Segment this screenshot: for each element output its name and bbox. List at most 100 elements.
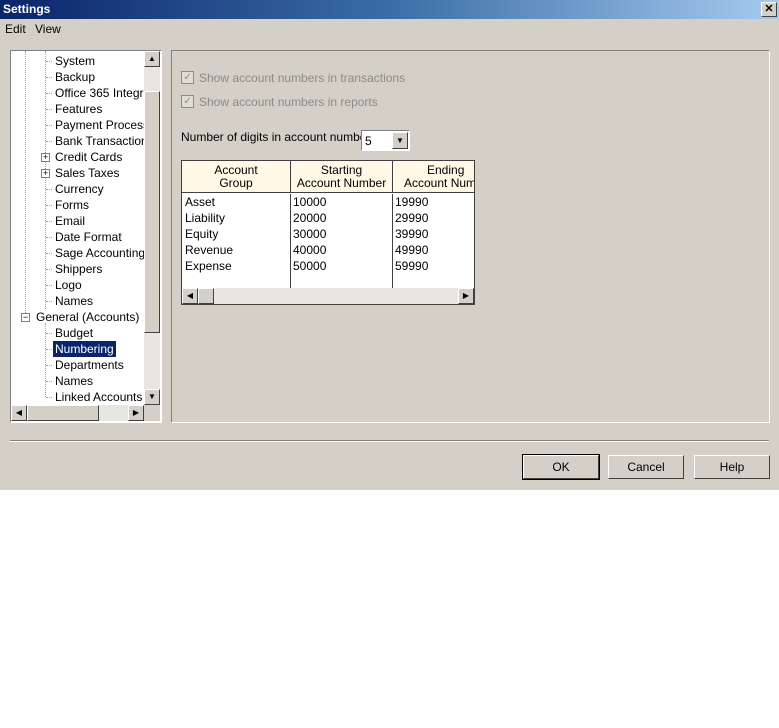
tree-guide-line — [46, 125, 52, 126]
scrollbar-corner — [144, 405, 160, 421]
digits-label: Number of digits in account number — [181, 130, 371, 144]
column-header-ending-number[interactable]: Ending Account Numb — [393, 161, 474, 193]
table-cell[interactable]: 30000 — [293, 226, 326, 242]
tree-item[interactable]: System — [53, 53, 97, 69]
header-line: Account Numb — [404, 176, 474, 190]
show-in-transactions-label: Show account numbers in transactions — [199, 71, 406, 85]
tree-item[interactable]: Budget — [53, 325, 95, 341]
column-header-account-group[interactable]: Account Group — [182, 161, 291, 193]
account-numbering-table[interactable]: Account Group Starting Account Number En… — [181, 160, 475, 305]
tree-item[interactable]: Bank Transactions — [53, 133, 144, 149]
expand-icon[interactable]: + — [41, 169, 50, 178]
tree-guide-line — [45, 323, 46, 397]
scroll-thumb[interactable] — [27, 405, 99, 421]
chevron-down-icon[interactable]: ▼ — [392, 132, 408, 149]
ok-button[interactable]: OK — [522, 454, 600, 480]
tree-item[interactable]: Email — [53, 213, 87, 229]
digits-value: 5 — [365, 134, 372, 148]
table-cell[interactable]: 20000 — [293, 210, 326, 226]
table-cell[interactable]: Equity — [185, 226, 218, 242]
tree-item[interactable]: Backup — [53, 69, 97, 85]
cancel-button[interactable]: Cancel — [608, 455, 684, 479]
scroll-right-icon[interactable]: ▶ — [458, 288, 474, 304]
tree-item[interactable]: Forms — [53, 197, 91, 213]
tree-guide-line — [46, 285, 52, 286]
table-horizontal-scrollbar[interactable]: ◀ ▶ — [182, 288, 474, 304]
tree-item[interactable]: Departments — [53, 357, 126, 373]
tree-item[interactable]: Linked Accounts — [53, 389, 144, 405]
help-button[interactable]: Help — [694, 455, 770, 479]
window-title: Settings — [3, 2, 51, 16]
table-cell[interactable]: 59990 — [395, 258, 428, 274]
tree-item[interactable]: Features — [53, 101, 104, 117]
tree-guide-line — [46, 269, 52, 270]
tree-item[interactable]: Currency — [53, 181, 106, 197]
tree-guide-line — [46, 301, 52, 302]
close-icon: ✕ — [764, 3, 774, 15]
tree-guide-line — [45, 51, 46, 309]
show-in-transactions-checkbox[interactable]: ✓ — [181, 71, 194, 84]
tree-item[interactable]: Office 365 Integrat — [53, 85, 144, 101]
expand-icon[interactable]: + — [41, 153, 50, 162]
close-button[interactable]: ✕ — [761, 2, 777, 17]
tree-item[interactable]: Shippers — [53, 261, 104, 277]
table-cell[interactable]: 50000 — [293, 258, 326, 274]
divider — [10, 440, 769, 442]
digits-select[interactable]: 5 ▼ — [361, 130, 410, 151]
table-cell[interactable]: 39990 — [395, 226, 428, 242]
scroll-left-icon[interactable]: ◀ — [182, 288, 198, 304]
scroll-left-icon[interactable]: ◀ — [11, 405, 27, 421]
tree-guide-line — [46, 61, 52, 62]
column-header-starting-number[interactable]: Starting Account Number — [291, 161, 393, 193]
table-cell[interactable]: Asset — [185, 194, 215, 210]
tree-horizontal-scrollbar[interactable]: ◀ ▶ — [11, 405, 144, 421]
table-cell[interactable]: 40000 — [293, 242, 326, 258]
tree-guide-line — [46, 365, 52, 366]
tree-vertical-scrollbar[interactable]: ▲ ▼ — [144, 51, 160, 405]
table-cell[interactable]: 10000 — [293, 194, 326, 210]
table-cell[interactable]: 19990 — [395, 194, 428, 210]
scroll-up-icon[interactable]: ▲ — [144, 51, 160, 67]
scroll-down-icon[interactable]: ▼ — [144, 389, 160, 405]
tree-guide-line — [46, 237, 52, 238]
tree-guide-line — [46, 189, 52, 190]
tree-guide-line — [25, 51, 26, 317]
table-cell[interactable]: Liability — [185, 210, 225, 226]
tree-guide-line — [46, 77, 52, 78]
header-line: Account Number — [296, 176, 387, 190]
table-cell[interactable]: Expense — [185, 258, 232, 274]
tree-guide-line — [46, 93, 52, 94]
scroll-right-icon[interactable]: ▶ — [128, 405, 144, 421]
settings-tree[interactable]: System Backup Office 365 Integrat Features P… — [10, 50, 162, 423]
tree-item[interactable]: General (Accounts) — [34, 309, 141, 325]
collapse-icon[interactable]: − — [21, 313, 30, 322]
menu-view[interactable]: View — [35, 22, 61, 36]
tree-item[interactable]: Numbering — [53, 341, 116, 357]
tree-item[interactable]: Credit Cards — [53, 149, 124, 165]
scroll-thumb[interactable] — [144, 91, 160, 333]
menu-bar: Edit View — [0, 19, 779, 39]
tree-item[interactable]: Names — [53, 293, 95, 309]
tree-guide-line — [46, 381, 52, 382]
tree-guide-line — [46, 205, 52, 206]
tree-item[interactable]: Sales Taxes — [53, 165, 121, 181]
tree-guide-line — [46, 349, 52, 350]
tree-item[interactable]: Payment Processir — [53, 117, 144, 133]
tree-guide-line — [46, 221, 52, 222]
tree-item[interactable]: Sage Accounting I — [53, 245, 144, 261]
menu-edit[interactable]: Edit — [5, 22, 26, 36]
table-cell[interactable]: 29990 — [395, 210, 428, 226]
header-line: Group — [219, 176, 253, 190]
table-cell[interactable]: Revenue — [185, 242, 233, 258]
tree-guide-line — [46, 253, 52, 254]
tree-list: System Backup Office 365 Integrat Features P… — [11, 51, 144, 405]
table-cell[interactable]: 49990 — [395, 242, 428, 258]
tree-item[interactable]: Names — [53, 373, 95, 389]
settings-window: Settings ✕ Edit View System Backup Office … — [0, 0, 779, 490]
scroll-thumb[interactable] — [198, 288, 214, 304]
show-in-reports-checkbox[interactable]: ✓ — [181, 95, 194, 108]
title-bar: Settings ✕ — [0, 0, 779, 19]
tree-guide-line — [46, 141, 52, 142]
tree-item[interactable]: Date Format — [53, 229, 124, 245]
tree-item[interactable]: Logo — [53, 277, 84, 293]
